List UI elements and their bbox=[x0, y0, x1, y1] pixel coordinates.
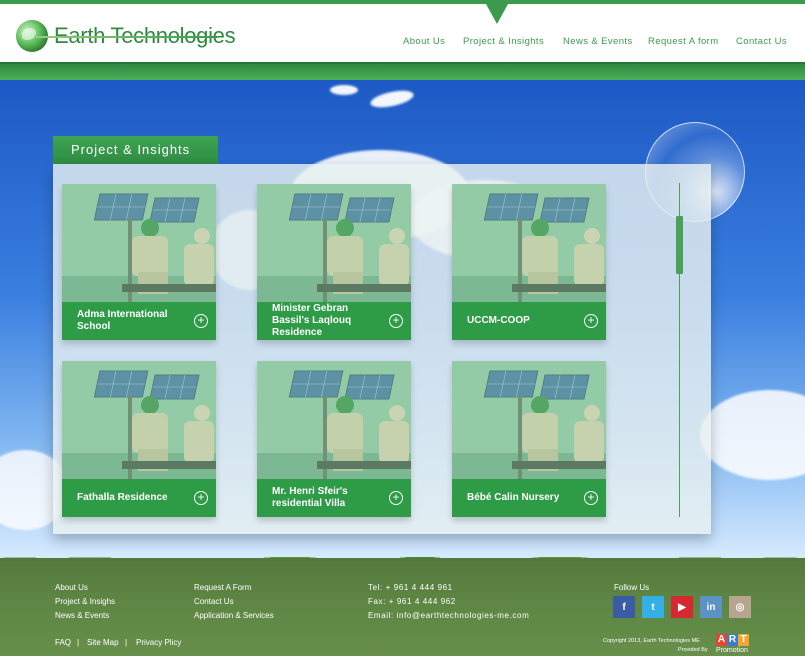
twitter-icon[interactable]: t bbox=[642, 596, 664, 618]
footer-email[interactable]: Email: info@earthtechnologies-me.com bbox=[368, 611, 529, 620]
plus-circle-icon[interactable]: + bbox=[389, 314, 403, 328]
facebook-icon[interactable]: f bbox=[613, 596, 635, 618]
youtube-icon[interactable]: ▶ bbox=[671, 596, 693, 618]
footer-separator: | bbox=[77, 638, 80, 647]
header-green-band bbox=[0, 62, 805, 80]
cloud bbox=[369, 87, 415, 111]
project-card[interactable]: Minister Gebran Bassil's Laqlouq Residen… bbox=[257, 184, 411, 340]
logo-swoosh bbox=[36, 36, 218, 38]
footer-link-about[interactable]: About Us bbox=[55, 583, 88, 592]
plus-circle-icon[interactable]: + bbox=[194, 491, 208, 505]
project-card[interactable]: Fathalla Residence + bbox=[62, 361, 216, 517]
project-image bbox=[452, 361, 606, 479]
project-title: Bébé Calin Nursery bbox=[467, 492, 560, 503]
footer-tel: Tel: + 961 4 444 961 bbox=[368, 583, 453, 592]
plus-circle-icon[interactable]: + bbox=[389, 491, 403, 505]
project-title: Minister Gebran Bassil's Laqlouq Residen… bbox=[272, 303, 352, 338]
provider-logo-letter: T bbox=[738, 634, 749, 646]
header-top-line bbox=[0, 0, 805, 4]
tree-line bbox=[0, 536, 805, 558]
project-card[interactable]: UCCM-COOP + bbox=[452, 184, 606, 340]
cloud bbox=[700, 390, 805, 480]
plus-circle-icon[interactable]: + bbox=[194, 314, 208, 328]
project-image bbox=[62, 361, 216, 479]
section-title-tab: Project & Insights bbox=[53, 136, 218, 164]
project-title: Fathalla Residence bbox=[77, 492, 168, 503]
provider-logo-letter: R bbox=[727, 634, 738, 646]
footer-fax: Fax: + 961 4 444 962 bbox=[368, 597, 456, 606]
cloud bbox=[330, 85, 358, 95]
linkedin-icon[interactable]: in bbox=[700, 596, 722, 618]
project-caption: Bébé Calin Nursery + bbox=[452, 479, 606, 517]
project-card[interactable]: Adma International School + bbox=[62, 184, 216, 340]
nav-contact-us[interactable]: Contact Us bbox=[736, 36, 787, 47]
footer-link-projects[interactable]: Project & Insighs bbox=[55, 597, 115, 606]
footer-separator: | bbox=[125, 638, 128, 647]
project-card[interactable]: Bébé Calin Nursery + bbox=[452, 361, 606, 517]
active-nav-pointer bbox=[486, 4, 508, 24]
scrollbar-thumb[interactable] bbox=[676, 216, 683, 274]
footer-link-privacy[interactable]: Privacy Plicy bbox=[136, 638, 181, 647]
footer-link-request[interactable]: Request A Form bbox=[194, 583, 251, 592]
nav-request-form[interactable]: Request A form bbox=[648, 36, 719, 47]
project-caption: Mr. Henri Sfeir's residential Villa + bbox=[257, 479, 411, 517]
site-header: Earth Technologies About Us Project & In… bbox=[0, 0, 805, 64]
section-title: Project & Insights bbox=[71, 142, 191, 157]
project-caption: Fathalla Residence + bbox=[62, 479, 216, 517]
plus-circle-icon[interactable]: + bbox=[584, 491, 598, 505]
project-title: UCCM-COOP bbox=[467, 315, 530, 326]
provider-logo[interactable]: A R T bbox=[716, 634, 749, 646]
project-caption: Minister Gebran Bassil's Laqlouq Residen… bbox=[257, 302, 411, 340]
footer-link-faq[interactable]: FAQ bbox=[55, 638, 71, 647]
footer-link-sitemap[interactable]: Site Map bbox=[87, 638, 119, 647]
footer-link-applications[interactable]: Application & Services bbox=[194, 611, 274, 620]
instagram-icon[interactable]: ◎ bbox=[729, 596, 751, 618]
project-card[interactable]: Mr. Henri Sfeir's residential Villa + bbox=[257, 361, 411, 517]
provided-by-text: Provided By bbox=[678, 647, 708, 653]
project-title: Adma International School bbox=[77, 309, 168, 332]
project-image bbox=[257, 361, 411, 479]
nav-project-insights[interactable]: Project & Insights bbox=[463, 36, 544, 47]
follow-us-label: Follow Us bbox=[614, 583, 650, 592]
project-caption: Adma International School + bbox=[62, 302, 216, 340]
copyright-text: Copyright 2013, Earth Technologies ME bbox=[603, 638, 700, 644]
provider-logo-letter: A bbox=[716, 634, 727, 646]
provider-sub: Promotion bbox=[716, 647, 748, 654]
project-image bbox=[257, 184, 411, 302]
plus-circle-icon[interactable]: + bbox=[584, 314, 598, 328]
nav-about-us[interactable]: About Us bbox=[403, 36, 445, 47]
project-image bbox=[452, 184, 606, 302]
project-title: Mr. Henri Sfeir's residential Villa bbox=[272, 486, 348, 509]
footer-link-contact[interactable]: Contact Us bbox=[194, 597, 234, 606]
project-image bbox=[62, 184, 216, 302]
footer-link-news[interactable]: News & Events bbox=[55, 611, 109, 620]
project-caption: UCCM-COOP + bbox=[452, 302, 606, 340]
nav-news-events[interactable]: News & Events bbox=[563, 36, 633, 47]
